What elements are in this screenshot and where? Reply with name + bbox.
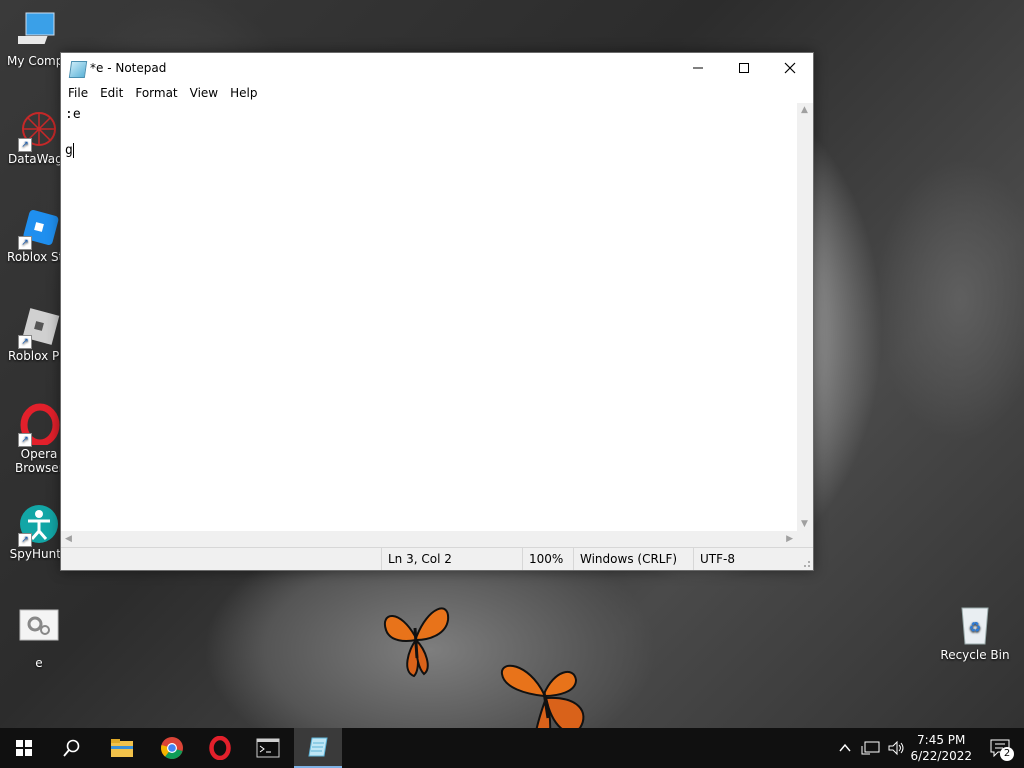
- text-caret: [72, 143, 74, 158]
- notification-badge: 2: [1000, 747, 1014, 761]
- clock-time: 7:45 PM: [917, 733, 966, 747]
- menu-help[interactable]: Help: [225, 86, 262, 100]
- recycle-bin-icon: ♻: [954, 604, 996, 646]
- computer-icon: [10, 10, 60, 52]
- menu-view[interactable]: View: [185, 86, 223, 100]
- shortcut-arrow-icon: ↗: [18, 138, 32, 152]
- notepad-icon: [308, 737, 328, 757]
- chevron-up-icon[interactable]: [838, 741, 852, 755]
- menu-format[interactable]: Format: [130, 86, 182, 100]
- shortcut-arrow-icon: ↗: [18, 533, 32, 547]
- taskbar-notepad[interactable]: [294, 728, 342, 768]
- windows-logo-icon: [16, 740, 32, 756]
- minimize-button[interactable]: [675, 53, 721, 83]
- close-icon: [784, 62, 796, 74]
- resize-grip-icon[interactable]: [801, 558, 811, 568]
- roblox-player-icon: ↗: [18, 305, 60, 349]
- opera-icon: ↗: [18, 403, 60, 447]
- shortcut-arrow-icon: ↗: [18, 236, 32, 250]
- desktop-icon-recycle-bin[interactable]: ♻ Recycle Bin: [936, 604, 1014, 662]
- terminal-icon: [256, 738, 280, 758]
- status-line-ending: Windows (CRLF): [573, 548, 694, 570]
- butterfly-icon: [383, 607, 450, 678]
- status-encoding: UTF-8: [693, 548, 800, 570]
- clock-date: 6/22/2022: [910, 749, 972, 763]
- horizontal-scrollbar[interactable]: ◀ ▶: [61, 531, 797, 548]
- desktop-icon-label: Recycle Bin: [940, 648, 1010, 662]
- chrome-icon: [161, 737, 183, 759]
- taskbar-file-explorer[interactable]: [98, 728, 146, 768]
- desktop-icon-e-file[interactable]: e: [0, 606, 78, 670]
- scroll-down-icon[interactable]: ▼: [801, 519, 808, 529]
- taskbar-clock[interactable]: 7:45 PM 6/22/2022: [910, 732, 972, 764]
- editor-line-text: g: [65, 143, 73, 158]
- desktop-icon-label: Opera Browser: [15, 447, 63, 475]
- start-button[interactable]: [0, 728, 48, 768]
- vertical-scrollbar[interactable]: ▲ ▼: [797, 103, 813, 531]
- file-explorer-icon: [111, 739, 133, 757]
- roblox-studio-icon: ↗: [18, 206, 60, 250]
- shortcut-arrow-icon: ↗: [18, 433, 32, 447]
- scrollbar-corner: [797, 531, 813, 548]
- notepad-icon: [68, 61, 88, 78]
- status-zoom: 100%: [522, 548, 573, 570]
- text-editor[interactable]: :e g: [61, 103, 797, 531]
- settings-file-icon: [18, 606, 60, 648]
- status-bar: Ln 3, Col 2 100% Windows (CRLF) UTF-8: [61, 547, 813, 570]
- action-center-button[interactable]: 2: [976, 728, 1024, 768]
- scroll-up-icon[interactable]: ▲: [801, 105, 808, 115]
- menu-bar: File Edit Format View Help: [61, 83, 813, 103]
- taskbar-terminal[interactable]: [244, 728, 292, 768]
- search-button[interactable]: [48, 728, 96, 768]
- shortcut-arrow-icon: ↗: [18, 335, 32, 349]
- title-bar[interactable]: *e - Notepad: [61, 53, 813, 83]
- status-cursor-position: Ln 3, Col 2: [381, 548, 522, 570]
- close-button[interactable]: [767, 53, 813, 83]
- network-icon[interactable]: [860, 740, 882, 756]
- taskbar-opera[interactable]: [196, 728, 244, 768]
- volume-icon[interactable]: [888, 740, 906, 756]
- taskbar-chrome[interactable]: [148, 728, 196, 768]
- notepad-window[interactable]: *e - Notepad File Edit Format View Help …: [60, 52, 814, 571]
- opera-icon: [209, 736, 231, 760]
- maximize-button[interactable]: [721, 53, 767, 83]
- editor-line: :e: [65, 107, 81, 122]
- search-icon: [63, 739, 80, 757]
- system-tray: [838, 728, 906, 768]
- svg-text:♻: ♻: [969, 620, 982, 636]
- taskbar: 7:45 PM 6/22/2022 2: [0, 728, 1024, 768]
- datawago-icon: ↗: [18, 108, 60, 152]
- minimize-icon: [693, 67, 703, 69]
- maximize-icon: [739, 63, 749, 73]
- menu-edit[interactable]: Edit: [95, 86, 128, 100]
- scroll-right-icon[interactable]: ▶: [786, 534, 793, 544]
- scroll-left-icon[interactable]: ◀: [65, 534, 72, 544]
- desktop-icon-label: e: [35, 656, 43, 670]
- menu-file[interactable]: File: [63, 86, 93, 100]
- editor-line: g: [65, 142, 793, 160]
- spyhunter-icon: ↗: [18, 503, 60, 547]
- window-title: *e - Notepad: [90, 61, 167, 75]
